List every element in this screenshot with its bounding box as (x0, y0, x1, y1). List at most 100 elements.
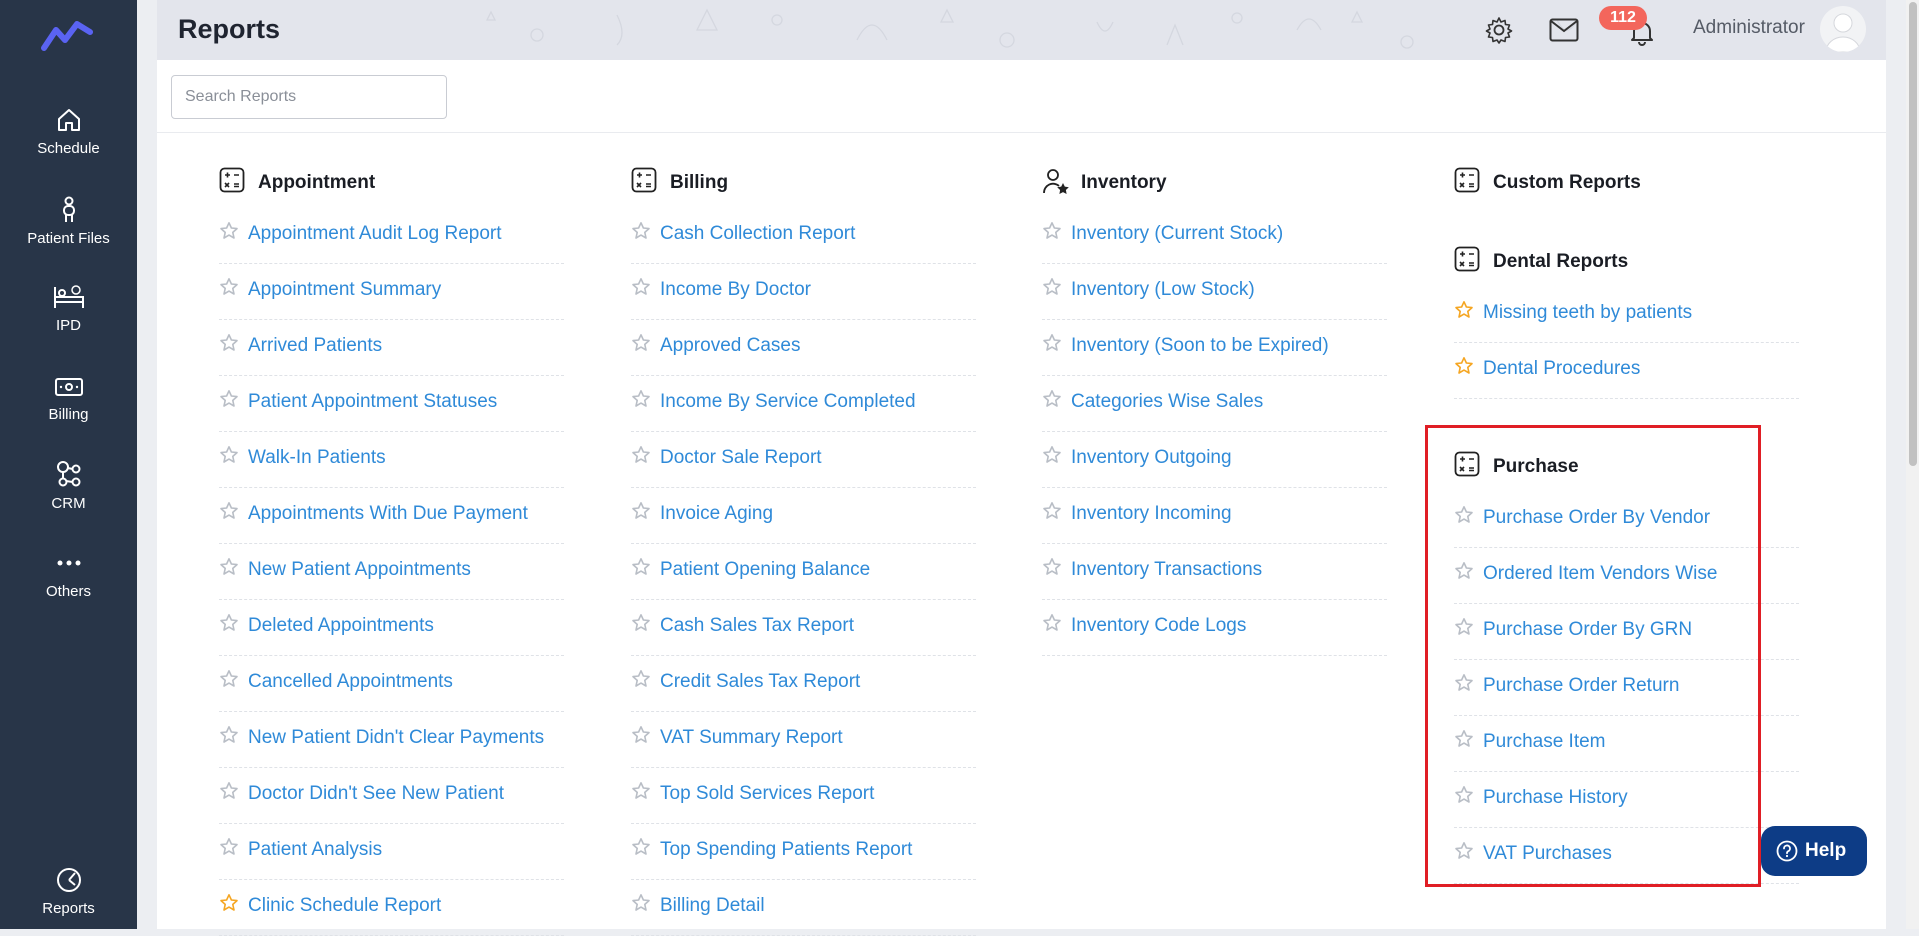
report-link[interactable]: Inventory Outgoing (1071, 447, 1232, 469)
nav-patient-files[interactable]: Patient Files (0, 196, 137, 247)
star-icon[interactable] (1042, 389, 1062, 409)
report-item[interactable]: Appointment Audit Log Report (219, 208, 564, 264)
report-link[interactable]: Inventory (Current Stock) (1071, 223, 1283, 245)
star-icon[interactable] (631, 837, 651, 857)
star-icon[interactable] (1042, 221, 1062, 241)
report-link[interactable]: Appointment Audit Log Report (248, 223, 502, 245)
report-item[interactable]: Doctor Didn't See New Patient (219, 768, 564, 824)
star-icon[interactable] (219, 725, 239, 745)
report-link[interactable]: Credit Sales Tax Report (660, 671, 860, 693)
report-item[interactable]: Categories Wise Sales (1042, 376, 1387, 432)
star-icon[interactable] (1042, 445, 1062, 465)
report-item[interactable]: Inventory Code Logs (1042, 600, 1387, 656)
report-item[interactable]: Inventory (Low Stock) (1042, 264, 1387, 320)
report-link[interactable]: Arrived Patients (248, 335, 382, 357)
report-link[interactable]: Approved Cases (660, 335, 800, 357)
star-icon[interactable] (1042, 613, 1062, 633)
star-icon[interactable] (1454, 300, 1474, 320)
report-link[interactable]: Inventory Transactions (1071, 559, 1262, 581)
star-icon[interactable] (631, 389, 651, 409)
report-link[interactable]: Patient Analysis (248, 839, 382, 861)
nav-billing[interactable]: Billing (0, 372, 137, 423)
help-button[interactable]: Help (1761, 826, 1867, 876)
report-item[interactable]: Inventory (Soon to be Expired) (1042, 320, 1387, 376)
star-icon[interactable] (631, 557, 651, 577)
report-item[interactable]: Arrived Patients (219, 320, 564, 376)
report-item[interactable]: Inventory (Current Stock) (1042, 208, 1387, 264)
report-item[interactable]: Billing Detail (631, 880, 976, 936)
report-link[interactable]: Billing Detail (660, 895, 765, 917)
report-link[interactable]: Top Spending Patients Report (660, 839, 912, 861)
star-icon[interactable] (1042, 333, 1062, 353)
nav-ipd[interactable]: IPD (0, 283, 137, 334)
nav-others[interactable]: Others (0, 549, 137, 600)
star-icon[interactable] (631, 333, 651, 353)
report-link[interactable]: Patient Opening Balance (660, 559, 870, 581)
nav-crm[interactable]: CRM (0, 459, 137, 512)
star-icon[interactable] (219, 557, 239, 577)
report-item[interactable]: Income By Service Completed (631, 376, 976, 432)
nav-schedule[interactable]: Schedule (0, 106, 137, 157)
report-item[interactable]: Invoice Aging (631, 488, 976, 544)
report-link[interactable]: New Patient Appointments (248, 559, 471, 581)
vertical-scrollbar[interactable] (1906, 0, 1919, 929)
report-item[interactable]: Walk-In Patients (219, 432, 564, 488)
report-item[interactable]: Credit Sales Tax Report (631, 656, 976, 712)
star-icon[interactable] (219, 837, 239, 857)
mail-icon[interactable] (1549, 18, 1579, 42)
report-item[interactable]: Doctor Sale Report (631, 432, 976, 488)
report-item[interactable]: Patient Opening Balance (631, 544, 976, 600)
scrollbar-thumb[interactable] (1909, 2, 1917, 466)
report-link[interactable]: Inventory Code Logs (1071, 615, 1246, 637)
report-item[interactable]: Cancelled Appointments (219, 656, 564, 712)
nav-reports[interactable]: Reports (0, 866, 137, 917)
star-icon[interactable] (219, 501, 239, 521)
star-icon[interactable] (631, 781, 651, 801)
report-item[interactable]: Top Sold Services Report (631, 768, 976, 824)
star-icon[interactable] (631, 893, 651, 913)
report-item[interactable]: Cash Sales Tax Report (631, 600, 976, 656)
report-link[interactable]: Inventory (Soon to be Expired) (1071, 335, 1329, 357)
report-item[interactable]: Clinic Schedule Report (219, 880, 564, 936)
report-item[interactable]: Missing teeth by patients (1454, 287, 1799, 343)
report-item[interactable]: Income By Doctor (631, 264, 976, 320)
star-icon[interactable] (1042, 277, 1062, 297)
report-link[interactable]: Top Sold Services Report (660, 783, 874, 805)
report-item[interactable]: Approved Cases (631, 320, 976, 376)
report-item[interactable]: Top Spending Patients Report (631, 824, 976, 880)
report-item[interactable]: New Patient Didn't Clear Payments (219, 712, 564, 768)
report-item[interactable]: Patient Analysis (219, 824, 564, 880)
report-item[interactable]: Cash Collection Report (631, 208, 976, 264)
report-link[interactable]: Clinic Schedule Report (248, 895, 441, 917)
report-link[interactable]: Walk-In Patients (248, 447, 386, 469)
star-icon[interactable] (631, 501, 651, 521)
notification-badge[interactable]: 112 (1599, 6, 1647, 30)
star-icon[interactable] (219, 221, 239, 241)
app-logo-icon[interactable] (41, 16, 93, 54)
search-box[interactable] (171, 75, 447, 119)
star-icon[interactable] (219, 669, 239, 689)
report-link[interactable]: Appointments With Due Payment (248, 503, 528, 525)
report-link[interactable]: Dental Procedures (1483, 358, 1640, 380)
star-icon[interactable] (219, 445, 239, 465)
report-link[interactable]: Invoice Aging (660, 503, 773, 525)
report-link[interactable]: Doctor Didn't See New Patient (248, 783, 504, 805)
report-link[interactable]: Appointment Summary (248, 279, 441, 301)
star-icon[interactable] (219, 613, 239, 633)
star-icon[interactable] (219, 893, 239, 913)
report-link[interactable]: Inventory (Low Stock) (1071, 279, 1255, 301)
report-item[interactable]: Inventory Incoming (1042, 488, 1387, 544)
report-link[interactable]: Cash Collection Report (660, 223, 855, 245)
report-item[interactable]: Appointment Summary (219, 264, 564, 320)
star-icon[interactable] (631, 445, 651, 465)
report-link[interactable]: Patient Appointment Statuses (248, 391, 497, 413)
report-link[interactable]: Deleted Appointments (248, 615, 434, 637)
search-input[interactable] (172, 76, 446, 118)
report-link[interactable]: VAT Summary Report (660, 727, 843, 749)
star-icon[interactable] (219, 277, 239, 297)
report-link[interactable]: Cancelled Appointments (248, 671, 453, 693)
report-link[interactable]: Doctor Sale Report (660, 447, 822, 469)
report-link[interactable]: Missing teeth by patients (1483, 302, 1692, 324)
report-item[interactable]: Inventory Outgoing (1042, 432, 1387, 488)
gear-icon[interactable] (1485, 16, 1513, 44)
